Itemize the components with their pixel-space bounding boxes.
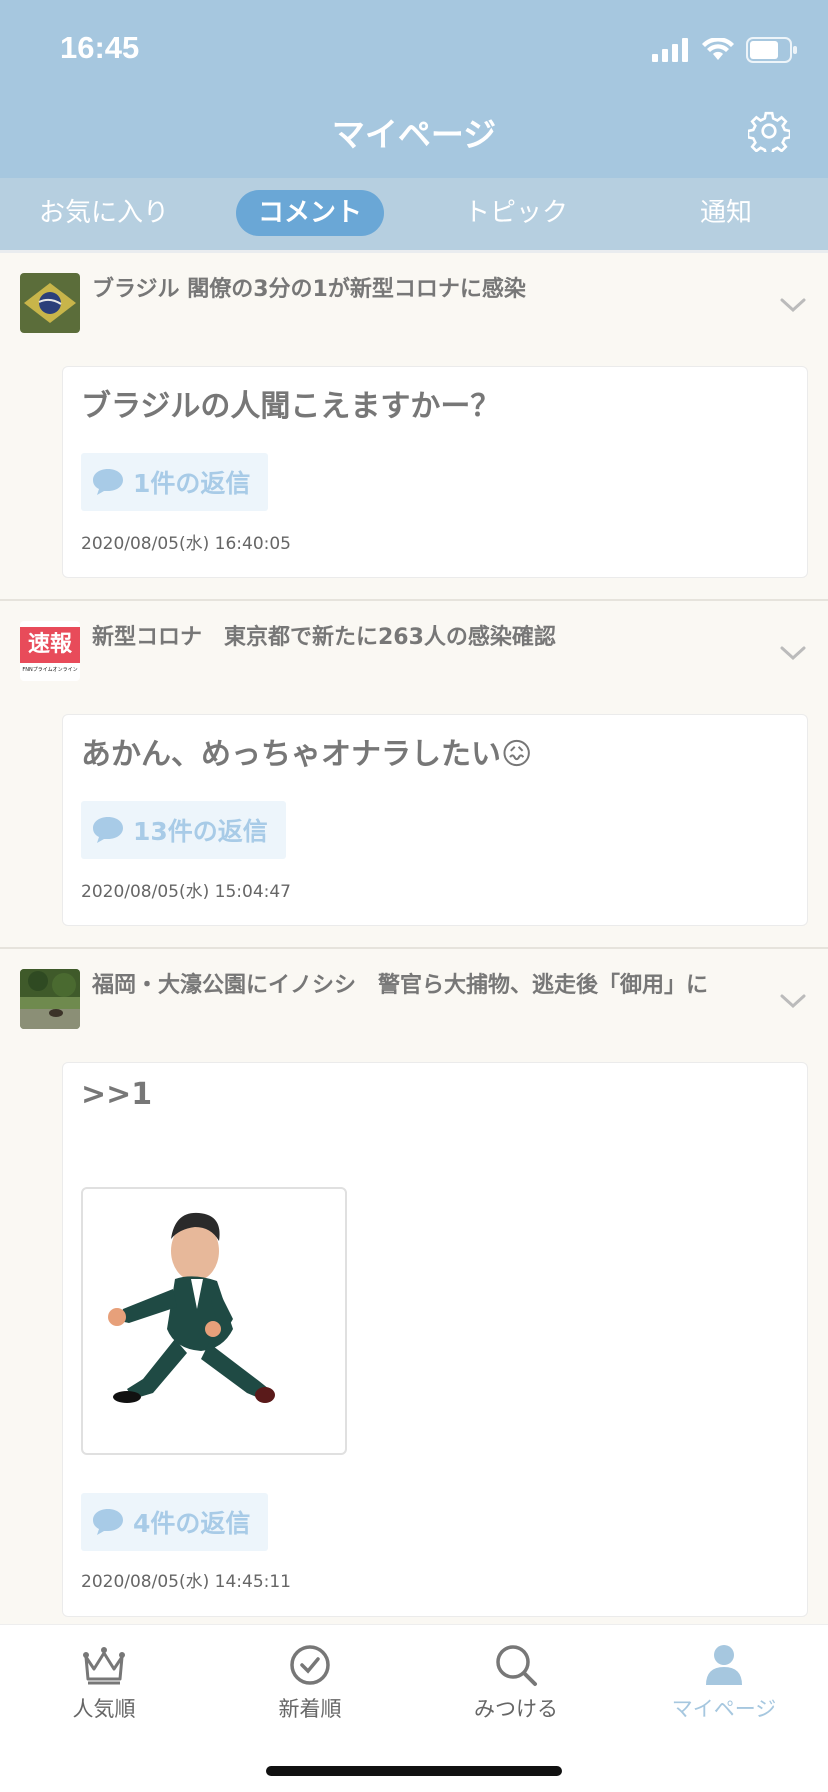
tab-topics[interactable]: トピック xyxy=(430,190,602,236)
search-icon xyxy=(496,1645,537,1686)
park-photo-image xyxy=(20,969,80,1029)
reply-button[interactable]: 13件の返信 xyxy=(81,801,286,859)
dancing-man-image xyxy=(108,1212,275,1403)
page-title: マイページ xyxy=(331,115,497,154)
tab-favorites[interactable]: お気に入り xyxy=(18,190,190,236)
nav-label: みつける xyxy=(474,1697,558,1721)
list-item: 速報 FNNプライムオンライン 新型コロナ 東京都で新たに263人の感染確認 あ… xyxy=(0,601,828,949)
nav-discover[interactable]: みつける xyxy=(426,1641,606,1723)
chevron-down-icon[interactable] xyxy=(778,643,808,663)
person-icon xyxy=(706,1645,742,1685)
reply-button[interactable]: 1件の返信 xyxy=(81,453,269,511)
comment-text: ブラジルの人聞こえますかー？ xyxy=(81,389,501,424)
list-item: ブラジル 閣僚の3分の1が新型コロナに感染 ブラジルの人聞こえますかー？ 1件の… xyxy=(0,253,828,601)
reply-count: 1件の返信 xyxy=(133,469,251,498)
nav-label: 新着順 xyxy=(278,1697,342,1721)
topic-thumbnail[interactable]: 速報 FNNプライムオンライン xyxy=(20,621,80,681)
comment-text: あかん、めっちゃオナラしたい😖 xyxy=(81,737,533,772)
nav-label: マイページ xyxy=(671,1697,777,1721)
sticker-image[interactable] xyxy=(81,1187,347,1455)
tab-bar: お気に入り コメント トピック 通知 xyxy=(0,178,828,250)
topic-title[interactable]: 新型コロナ 東京都で新たに263人の感染確認 xyxy=(92,619,772,651)
home-indicator xyxy=(266,1766,562,1776)
nav-mypage[interactable]: マイページ xyxy=(634,1641,814,1723)
speech-bubble-icon xyxy=(93,817,123,843)
status-icons xyxy=(652,36,798,64)
reply-count: 13件の返信 xyxy=(133,817,268,846)
topic-thumbnail[interactable] xyxy=(20,273,80,333)
brazil-flag-image xyxy=(20,273,80,333)
breaking-news-badge: 速報 xyxy=(20,627,80,663)
news-source-label: FNNプライムオンライン xyxy=(22,667,78,673)
gear-icon[interactable] xyxy=(748,110,790,152)
crown-icon xyxy=(83,1647,125,1685)
wifi-icon xyxy=(702,38,734,60)
topic-thumbnail[interactable] xyxy=(20,969,80,1029)
comment-timestamp: 2020/08/05(水) 14:45:11 xyxy=(81,1572,292,1592)
list-item: 福岡・大濠公園にイノシシ 警官ら大捕物、逃走後「御用」に >>1 4件の返信 2… xyxy=(0,949,828,1629)
topic-title[interactable]: ブラジル 閣僚の3分の1が新型コロナに感染 xyxy=(92,271,772,303)
signal-icon xyxy=(652,38,688,62)
speech-bubble-icon xyxy=(93,1509,123,1535)
nav-label: 人気順 xyxy=(72,1697,136,1721)
topic-title[interactable]: 福岡・大濠公園にイノシシ 警官ら大捕物、逃走後「御用」に xyxy=(92,967,772,999)
comment-card: ブラジルの人聞こえますかー？ 1件の返信 2020/08/05(水) 16:40… xyxy=(62,366,808,578)
app-header: 16:45 マイページ xyxy=(0,0,828,178)
tab-notifications[interactable]: 通知 xyxy=(640,190,812,236)
reply-count: 4件の返信 xyxy=(133,1509,251,1538)
reply-button[interactable]: 4件の返信 xyxy=(81,1493,269,1551)
speech-bubble-icon xyxy=(93,469,123,495)
nav-popular[interactable]: 人気順 xyxy=(14,1641,194,1723)
tab-comments[interactable]: コメント xyxy=(236,190,384,236)
comment-timestamp: 2020/08/05(水) 15:04:47 xyxy=(81,882,292,902)
chevron-down-icon[interactable] xyxy=(778,295,808,315)
comment-card: あかん、めっちゃオナラしたい😖 13件の返信 2020/08/05(水) 15:… xyxy=(62,714,808,926)
nav-newest[interactable]: 新着順 xyxy=(220,1641,400,1723)
battery-icon xyxy=(746,37,797,63)
status-time: 16:45 xyxy=(60,30,140,65)
comment-timestamp: 2020/08/05(水) 16:40:05 xyxy=(81,534,292,554)
chevron-down-icon[interactable] xyxy=(778,991,808,1011)
comment-text: >>1 xyxy=(81,1077,153,1112)
clock-check-icon xyxy=(290,1645,330,1685)
comment-card: >>1 4件の返信 2020/08/05(水) 14:45:11 xyxy=(62,1062,808,1617)
